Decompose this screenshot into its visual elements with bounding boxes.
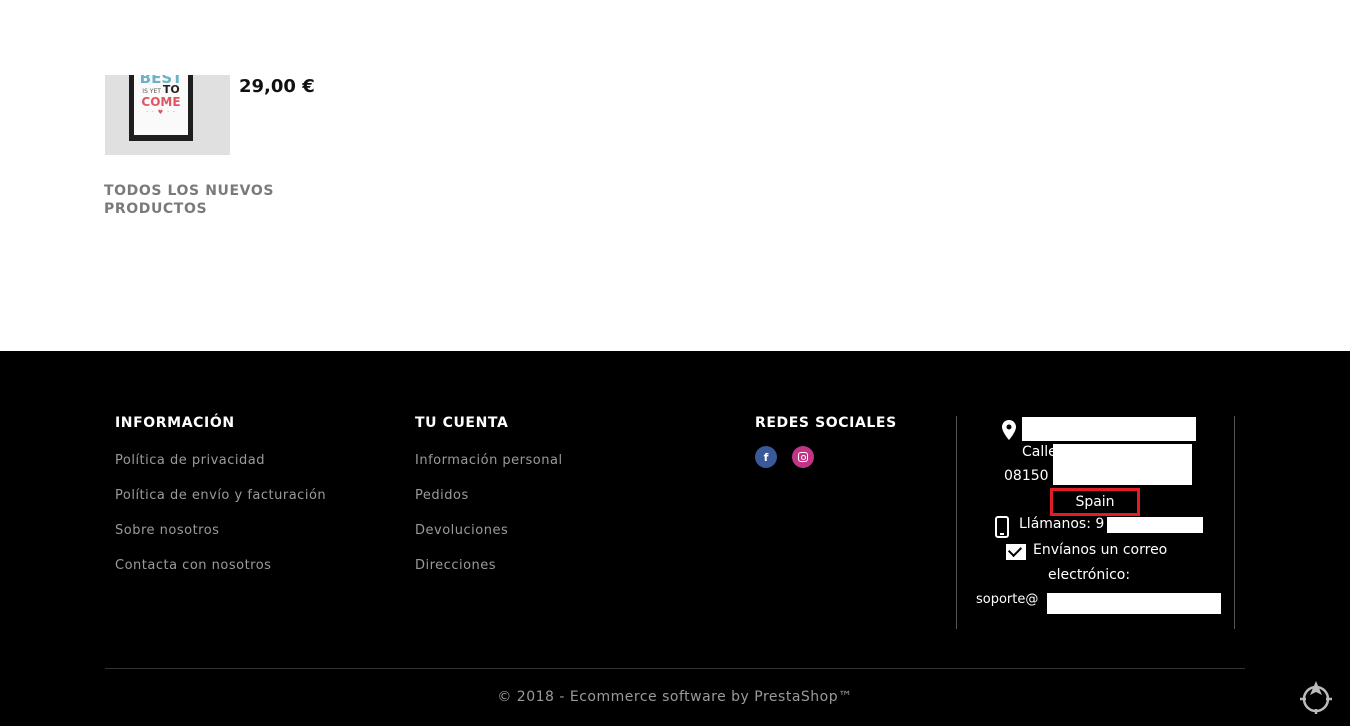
footer-social-heading: REDES SOCIALES — [755, 415, 897, 431]
footer-link-returns[interactable]: Devoluciones — [415, 518, 563, 553]
poster-image: BEST IS YET TO COME · · ♥ · · — [134, 75, 188, 135]
poster-frame: BEST IS YET TO COME · · ♥ · · — [129, 75, 193, 141]
footer-social-column: REDES SOCIALES f — [755, 415, 897, 468]
footer-info-heading: INFORMACIÓN — [115, 415, 235, 431]
all-new-products-link[interactable]: TODOS LOS NUEVOS PRODUCTOS — [104, 182, 304, 218]
store-info-box: Calle 08150 Spain Llámanos: 9 Envíanos u… — [956, 416, 1235, 629]
store-country-highlight: Spain — [1050, 488, 1140, 516]
poster-text-come: COME — [141, 95, 181, 109]
redacted-store-name — [1022, 417, 1196, 441]
redacted-phone — [1107, 517, 1203, 533]
store-email-prefix[interactable]: soporte@ — [976, 592, 1038, 607]
footer-link-orders[interactable]: Pedidos — [415, 483, 563, 518]
poster-text-best: BEST — [139, 75, 183, 87]
footer-link-addresses[interactable]: Direcciones — [415, 553, 563, 588]
footer-link-shipping[interactable]: Política de envío y facturación — [115, 483, 326, 518]
footer-link-about[interactable]: Sobre nosotros — [115, 518, 326, 553]
store-country: Spain — [1075, 494, 1115, 510]
redacted-address — [1053, 444, 1192, 485]
store-email-label-1: Envíanos un correo — [1033, 542, 1168, 558]
footer-link-personal-info[interactable]: Información personal — [415, 448, 563, 483]
scroll-to-top-icon[interactable] — [1298, 679, 1334, 715]
poster-hearts: · · ♥ · · — [146, 109, 176, 116]
footer-link-privacy[interactable]: Política de privacidad — [115, 448, 326, 483]
instagram-icon[interactable] — [792, 446, 814, 468]
page: BEST IS YET TO COME · · ♥ · · 29,00 € TO… — [0, 0, 1350, 726]
footer-divider — [105, 668, 1245, 669]
footer: INFORMACIÓN Política de privacidad Polít… — [0, 351, 1350, 726]
location-pin-icon — [1002, 420, 1016, 440]
product-price: 29,00 € — [239, 76, 315, 97]
redacted-email — [1047, 593, 1221, 614]
footer-info-column: INFORMACIÓN Política de privacidad Polít… — [115, 415, 326, 588]
footer-link-contact[interactable]: Contacta con nosotros — [115, 553, 326, 588]
footer-copyright: © 2018 - Ecommerce software by PrestaSho… — [497, 689, 853, 705]
store-postal-code: 08150 — [1004, 468, 1049, 484]
facebook-icon[interactable]: f — [755, 446, 777, 468]
store-email-label-2: electrónico: — [1048, 567, 1131, 583]
product-thumbnail[interactable]: BEST IS YET TO COME · · ♥ · · — [105, 75, 230, 155]
footer-account-column: TU CUENTA Información personal Pedidos D… — [415, 415, 563, 588]
phone-icon — [995, 516, 1009, 538]
store-street: Calle — [1022, 444, 1057, 460]
store-call-label: Llámanos: 9 — [1019, 516, 1105, 532]
mail-icon — [1006, 544, 1026, 560]
footer-account-heading: TU CUENTA — [415, 415, 509, 431]
